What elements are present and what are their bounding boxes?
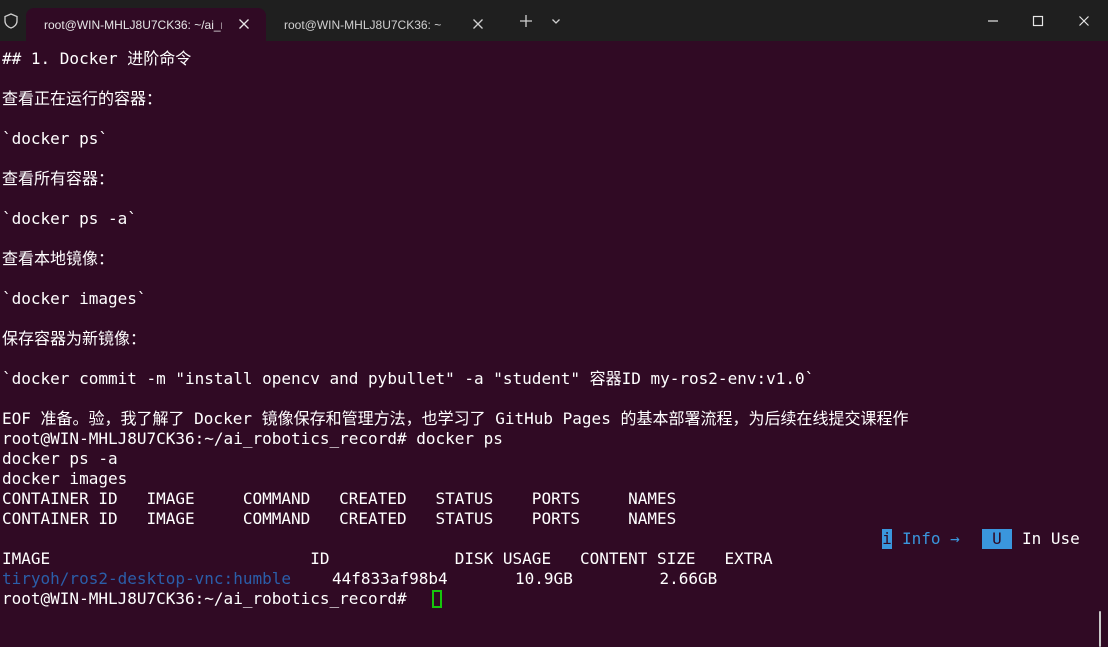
prompt-line: root@WIN-MHLJ8U7CK36:~/ai_robotics_recor… bbox=[2, 429, 503, 448]
table-header: CONTAINER ID IMAGE COMMAND CREATED STATU… bbox=[2, 489, 677, 508]
in-use-label: In Use bbox=[1022, 529, 1080, 548]
text-line: 查看所有容器： bbox=[2, 169, 115, 188]
code-line: `docker images` bbox=[2, 289, 147, 308]
window-close-icon[interactable] bbox=[1074, 11, 1094, 31]
info-label: Info → bbox=[902, 529, 960, 548]
prompt-line: root@WIN-MHLJ8U7CK36:~/ai_robotics_recor… bbox=[2, 589, 417, 608]
text-line: 查看正在运行的容器： bbox=[2, 89, 163, 108]
close-icon[interactable] bbox=[470, 16, 486, 32]
text-line: 查看本地镜像： bbox=[2, 249, 115, 268]
table-header: IMAGE ID DISK USAGE CONTENT SIZE EXTRA bbox=[2, 549, 773, 568]
text-line: 保存容器为新镜像： bbox=[2, 329, 147, 348]
image-name-link[interactable]: tiryoh/ros2-desktop-vnc:humble bbox=[2, 569, 291, 589]
table-row: 44f833af98b4 10.9GB 2.66GB bbox=[332, 569, 718, 588]
in-use-badge: U bbox=[982, 529, 1012, 549]
code-line: `docker ps -a` bbox=[2, 209, 137, 228]
title-bar: root@WIN-MHLJ8U7CK36: ~/ai_robotics_reco… bbox=[0, 0, 1108, 41]
code-line: `docker ps` bbox=[2, 129, 108, 148]
code-line: `docker commit -m "install opencv and py… bbox=[2, 369, 815, 388]
scrollbar[interactable] bbox=[1099, 611, 1101, 647]
command-line: docker images bbox=[2, 469, 128, 488]
minimize-icon[interactable] bbox=[983, 11, 1003, 31]
cursor bbox=[432, 590, 442, 608]
text-line: EOF 准备。验，我了解了 Docker 镜像保存和管理方法，也学习了 GitH… bbox=[2, 409, 909, 428]
tab-label: root@WIN-MHLJ8U7CK36: ~/ai_robotics_reco… bbox=[44, 17, 222, 32]
close-icon[interactable] bbox=[236, 16, 252, 32]
tab-label: root@WIN-MHLJ8U7CK36: ~ bbox=[284, 17, 442, 32]
plus-icon[interactable] bbox=[516, 11, 536, 31]
info-badge: i bbox=[882, 529, 892, 549]
chevron-down-icon[interactable] bbox=[546, 11, 566, 31]
command-line: docker ps -a bbox=[2, 449, 118, 468]
terminal-output[interactable]: ## 1. Docker 进阶命令 查看正在运行的容器： `docker ps`… bbox=[0, 41, 1108, 647]
heading-line: ## 1. Docker 进阶命令 bbox=[2, 49, 192, 68]
tab-ai-robotics-record[interactable]: root@WIN-MHLJ8U7CK36: ~/ai_robotics_reco… bbox=[26, 8, 266, 41]
shield-icon bbox=[2, 11, 20, 31]
tab-home[interactable]: root@WIN-MHLJ8U7CK36: ~ bbox=[266, 8, 500, 41]
table-header: CONTAINER ID IMAGE COMMAND CREATED STATU… bbox=[2, 509, 677, 528]
maximize-icon[interactable] bbox=[1028, 11, 1048, 31]
